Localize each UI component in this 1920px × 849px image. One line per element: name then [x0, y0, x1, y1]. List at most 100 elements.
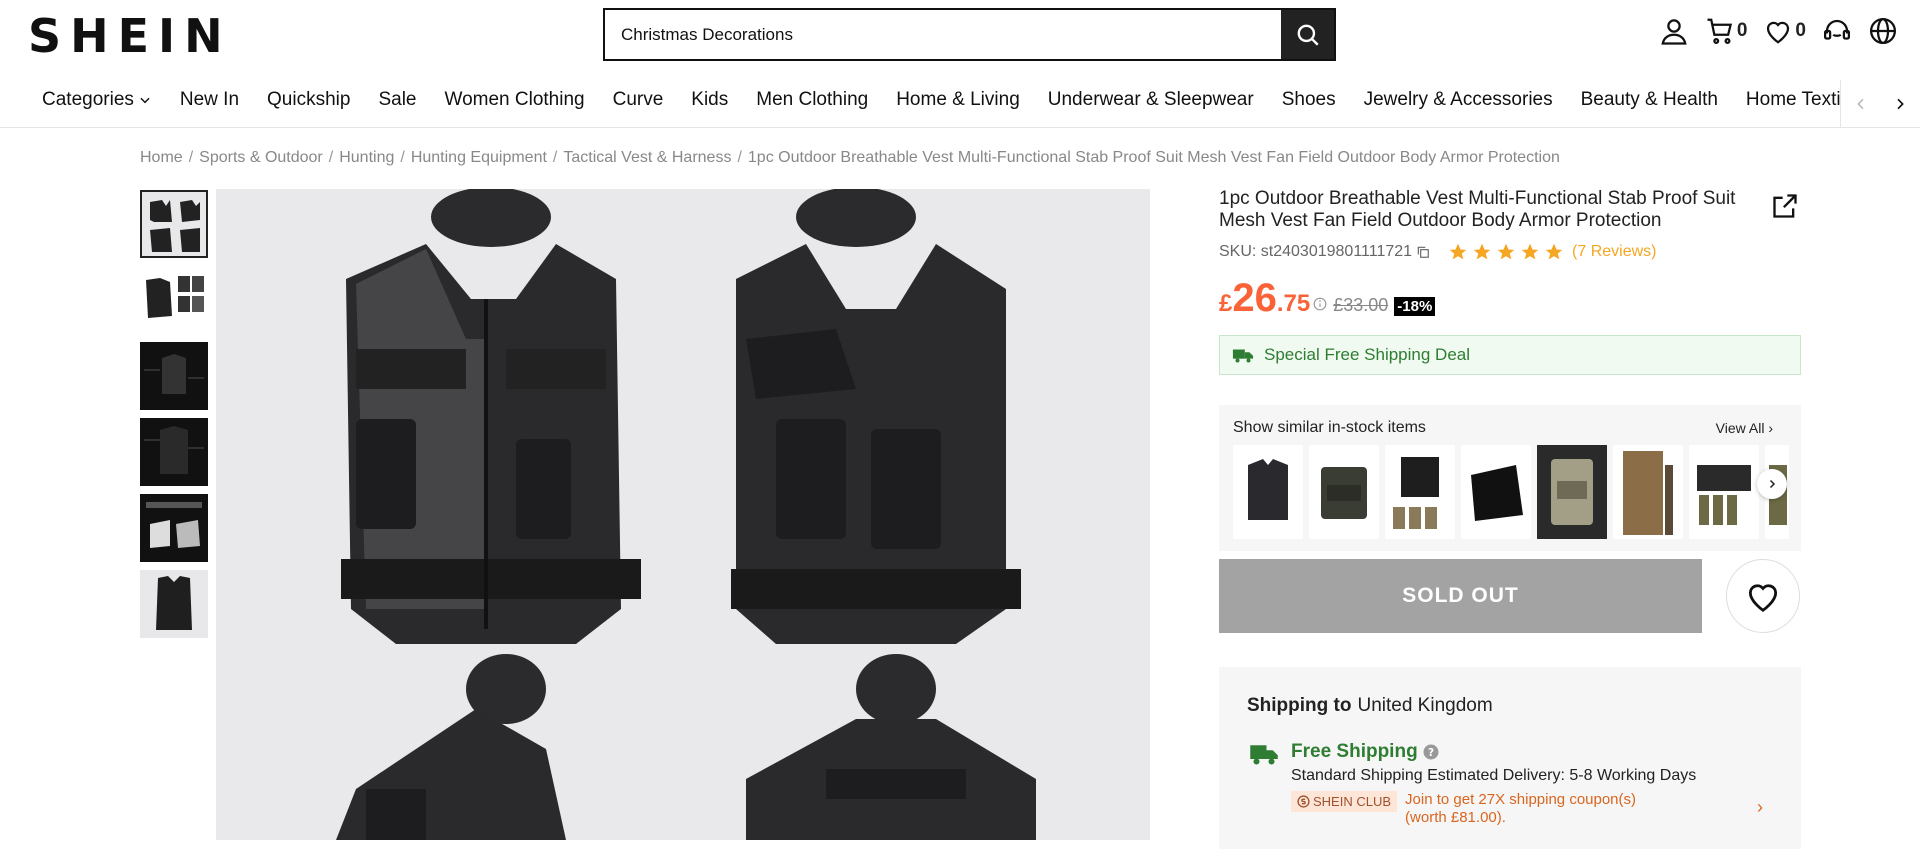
price-currency: £	[1219, 290, 1233, 317]
breadcrumb-hunting-equipment[interactable]: Hunting Equipment	[411, 149, 547, 167]
svg-text:?: ?	[1428, 747, 1434, 759]
cart-icon	[1707, 18, 1732, 44]
view-all-link[interactable]: View All ›	[1716, 420, 1773, 436]
cart-count: 0	[1736, 20, 1748, 41]
rating-stars[interactable]	[1448, 242, 1564, 262]
share-button[interactable]	[1771, 192, 1799, 225]
club-icon	[1297, 795, 1310, 808]
shein-logo[interactable]: SHEIN	[28, 12, 232, 60]
shipping-country: United Kingdom	[1357, 695, 1493, 716]
support-button[interactable]	[1822, 16, 1852, 46]
shipping-deal-banner: Special Free Shipping Deal	[1219, 335, 1801, 375]
language-button[interactable]	[1868, 16, 1898, 46]
price-integer: 26	[1232, 276, 1277, 320]
similar-item[interactable]	[1461, 445, 1531, 539]
heart-icon	[1767, 21, 1790, 44]
wishlist-button[interactable]: 0	[1763, 16, 1806, 46]
free-shipping-label: Free Shipping ?	[1291, 741, 1440, 763]
nav-item-men-clothing[interactable]: Men Clothing	[756, 89, 868, 111]
nav-item-categories[interactable]: Categories	[42, 89, 152, 111]
star-icon	[1449, 243, 1467, 260]
help-icon[interactable]: ?	[1422, 743, 1440, 761]
info-icon[interactable]	[1313, 297, 1327, 311]
sold-out-button[interactable]: SOLD OUT	[1219, 559, 1702, 633]
search-bar	[603, 8, 1336, 61]
globe-icon	[1870, 18, 1896, 44]
header: SHEIN 0 0	[0, 0, 1920, 72]
nav-item-women-clothing[interactable]: Women Clothing	[444, 89, 584, 111]
breadcrumb-sports-outdoor[interactable]: Sports & Outdoor	[199, 149, 323, 167]
chevron-down-icon	[140, 97, 150, 104]
breadcrumb-home[interactable]: Home	[140, 149, 183, 167]
price-decimal: .75	[1276, 290, 1311, 317]
star-icon	[1545, 243, 1563, 260]
user-icon	[1661, 19, 1687, 45]
discount-badge: -18%	[1394, 297, 1436, 316]
breadcrumb-tactical-vest[interactable]: Tactical Vest & Harness	[563, 149, 731, 167]
similar-item[interactable]	[1385, 445, 1455, 539]
similar-item[interactable]	[1689, 445, 1759, 539]
thumbnail[interactable]	[140, 342, 208, 410]
nav-item-shoes[interactable]: Shoes	[1282, 89, 1336, 111]
chevron-right-icon[interactable]: ›	[1757, 797, 1763, 818]
chevron-left-icon[interactable]	[1853, 96, 1869, 112]
thumbnail[interactable]	[140, 266, 208, 334]
shein-club-promo[interactable]: SHEIN CLUB Join to get 27X shipping coup…	[1291, 791, 1665, 827]
sku-text: SKU: st2403019801111721	[1219, 243, 1413, 260]
shipping-destination[interactable]: Shipping to United Kingdom	[1247, 695, 1493, 717]
nav-scroll	[1840, 80, 1920, 127]
nav-item-sale[interactable]: Sale	[378, 89, 416, 111]
product-title: 1pc Outdoor Breathable Vest Multi-Functi…	[1219, 188, 1736, 231]
original-price: £33.00	[1333, 295, 1389, 315]
similar-item[interactable]	[1613, 445, 1683, 539]
similar-list	[1233, 445, 1789, 539]
breadcrumb-hunting[interactable]: Hunting	[339, 149, 394, 167]
delivery-estimate: Standard Shipping Estimated Delivery: 5-…	[1291, 767, 1697, 784]
breadcrumb: Home / Sports & Outdoor / Hunting / Hunting…	[140, 149, 1560, 167]
header-icons: 0 0	[1659, 16, 1898, 46]
shein-club-text: Join to get 27X shipping coupon(s) (wort…	[1405, 791, 1637, 826]
main-product-image[interactable]	[216, 189, 1150, 840]
similar-next-button[interactable]	[1757, 469, 1787, 499]
search-input[interactable]	[605, 10, 1281, 59]
headset-icon	[1824, 19, 1850, 40]
cart-button[interactable]: 0	[1705, 16, 1748, 46]
shein-club-badge: SHEIN CLUB	[1291, 791, 1398, 812]
search-icon	[1297, 24, 1319, 46]
thumbnail-list	[140, 190, 208, 646]
star-icon	[1497, 243, 1515, 260]
shipping-deal-text: Special Free Shipping Deal	[1264, 345, 1471, 364]
similar-label: Show similar in-stock items	[1233, 419, 1426, 436]
shipping-panel: Shipping to United Kingdom Free Shipping …	[1219, 667, 1801, 849]
wishlist-count: 0	[1795, 20, 1806, 41]
thumbnail[interactable]	[140, 570, 208, 638]
breadcrumb-current: 1pc Outdoor Breathable Vest Multi-Functi…	[747, 149, 1560, 166]
similar-item[interactable]	[1537, 445, 1607, 539]
nav-item-curve[interactable]: Curve	[613, 89, 664, 111]
nav-item-beauty-health[interactable]: Beauty & Health	[1581, 89, 1718, 111]
search-button[interactable]	[1281, 10, 1334, 59]
thumbnail[interactable]	[140, 494, 208, 562]
similar-item[interactable]	[1309, 445, 1379, 539]
add-to-wishlist-button[interactable]	[1726, 559, 1800, 633]
similar-items: Show similar in-stock items View All ›	[1219, 405, 1801, 551]
nav-item-underwear-sleepwear[interactable]: Underwear & Sleepwear	[1048, 89, 1254, 111]
nav-item-kids[interactable]: Kids	[691, 89, 728, 111]
thumbnail[interactable]	[140, 190, 208, 258]
share-icon	[1773, 194, 1797, 218]
nav-item-jewelry-accessories[interactable]: Jewelry & Accessories	[1364, 89, 1553, 111]
nav-item-new-in[interactable]: New In	[180, 89, 239, 111]
chevron-right-icon[interactable]	[1892, 96, 1908, 112]
similar-item[interactable]	[1233, 445, 1303, 539]
account-button[interactable]	[1659, 16, 1689, 46]
category-nav: Categories New In Quickship Sale Women C…	[0, 80, 1920, 128]
nav-item-quickship[interactable]: Quickship	[267, 89, 350, 111]
truck-icon	[1249, 741, 1279, 772]
star-icon	[1473, 243, 1491, 260]
buy-row: SOLD OUT	[1219, 559, 1801, 633]
copy-icon[interactable]	[1416, 245, 1430, 259]
nav-item-home-living[interactable]: Home & Living	[896, 89, 1020, 111]
reviews-link[interactable]: (7 Reviews)	[1572, 243, 1656, 261]
thumbnail[interactable]	[140, 418, 208, 486]
truck-icon	[1232, 349, 1254, 363]
